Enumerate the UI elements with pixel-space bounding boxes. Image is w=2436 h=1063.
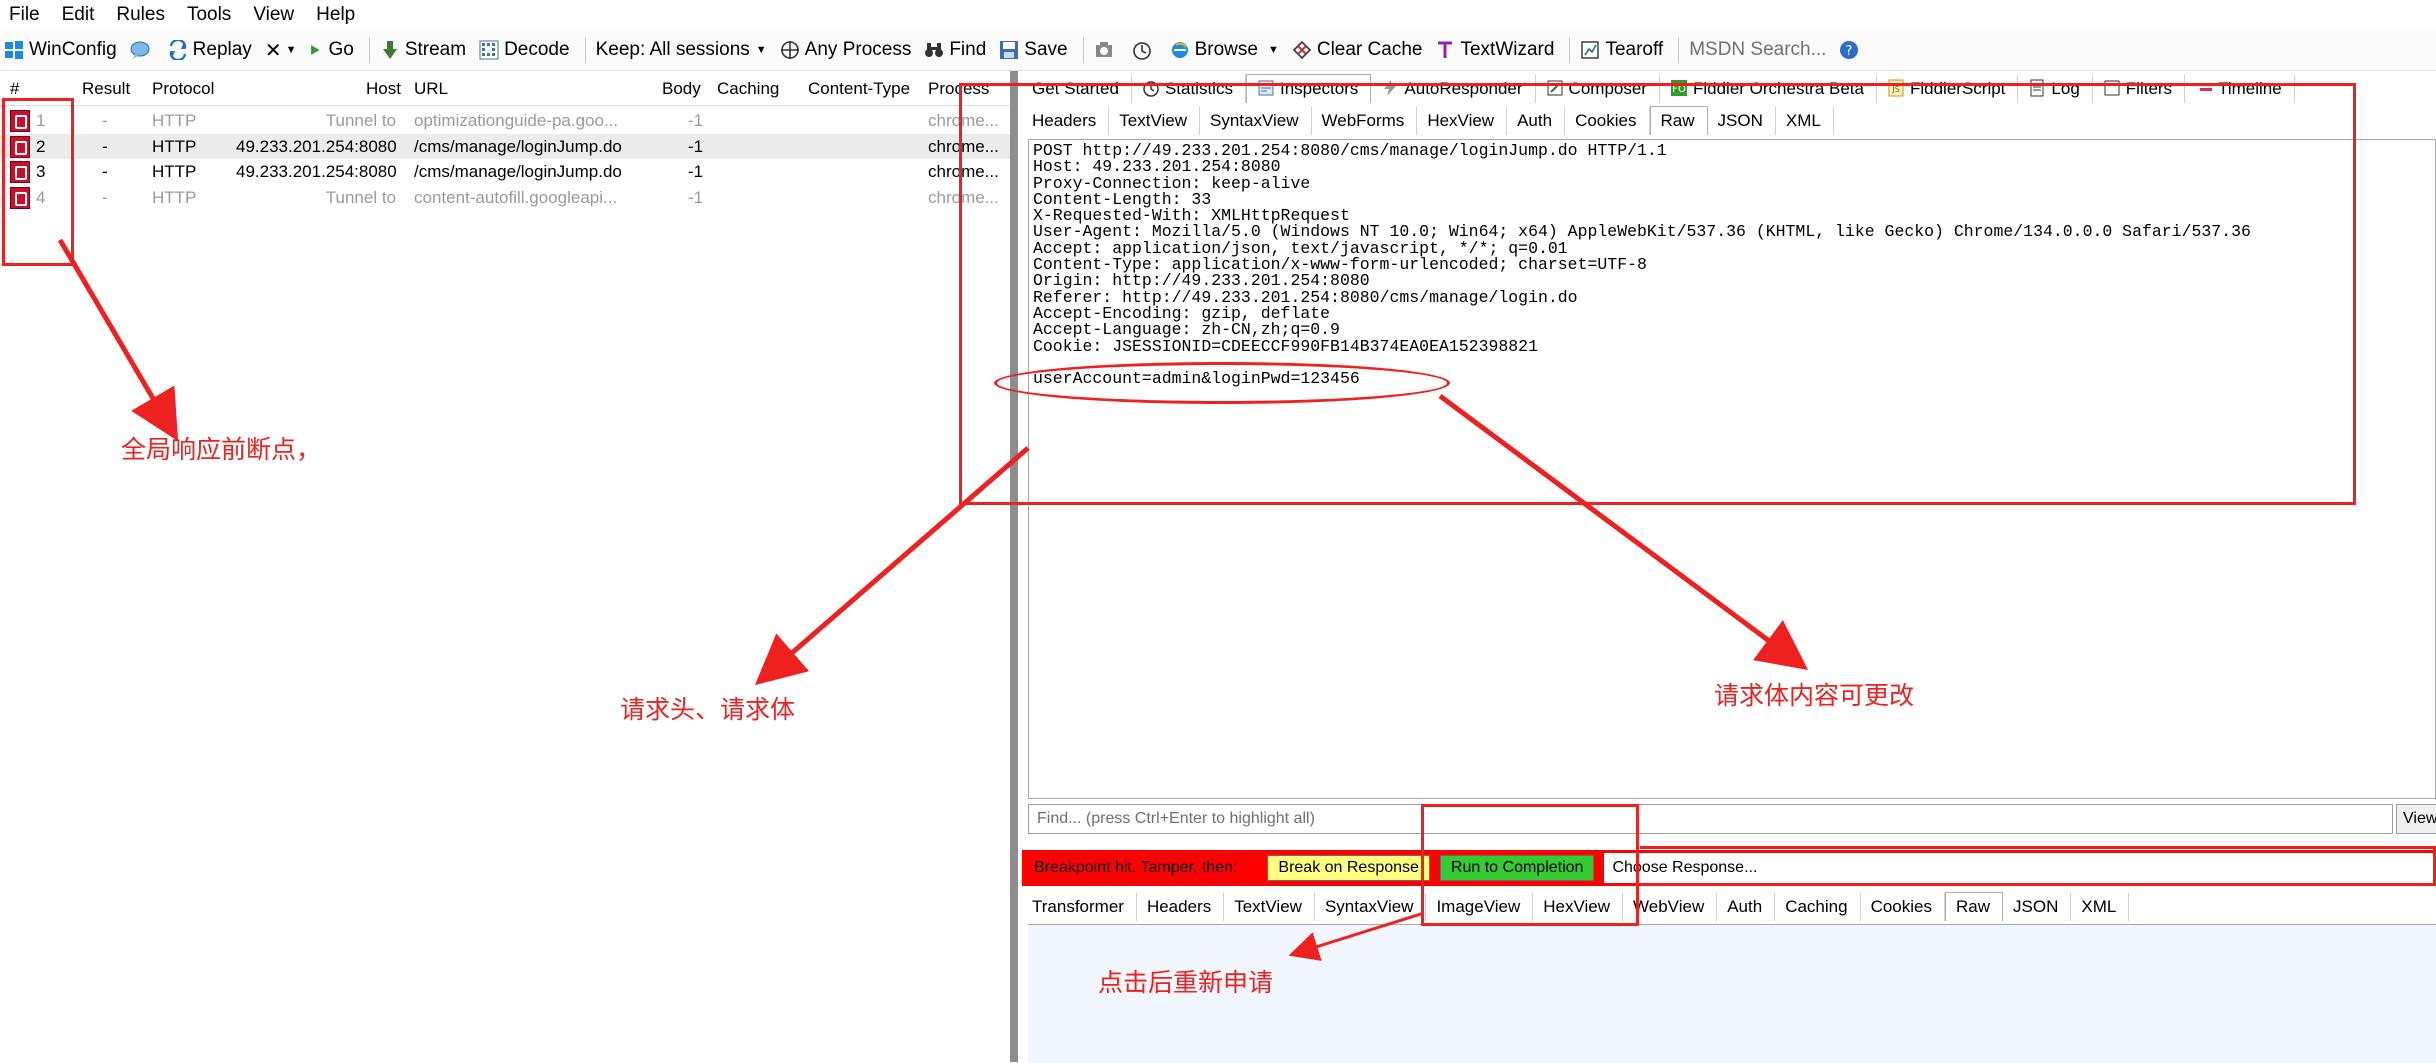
annotation-global-breakpoint: 全局响应前断点， [121,436,322,464]
annotation-request-body: 请求体内容可更改 [1714,682,1915,710]
arrow-to-headers-label [754,446,1030,686]
arrow-to-resubmit-label [1288,911,1425,961]
annotation-request-headers: 请求头、请求体 [620,696,796,724]
annotation-arrows [57,238,1809,961]
annotation-click-resubmit: 点击后重新申请 [1098,969,1274,997]
arrow-to-breakpoint-label [57,238,179,442]
arrow-to-body-label [1438,393,1809,670]
